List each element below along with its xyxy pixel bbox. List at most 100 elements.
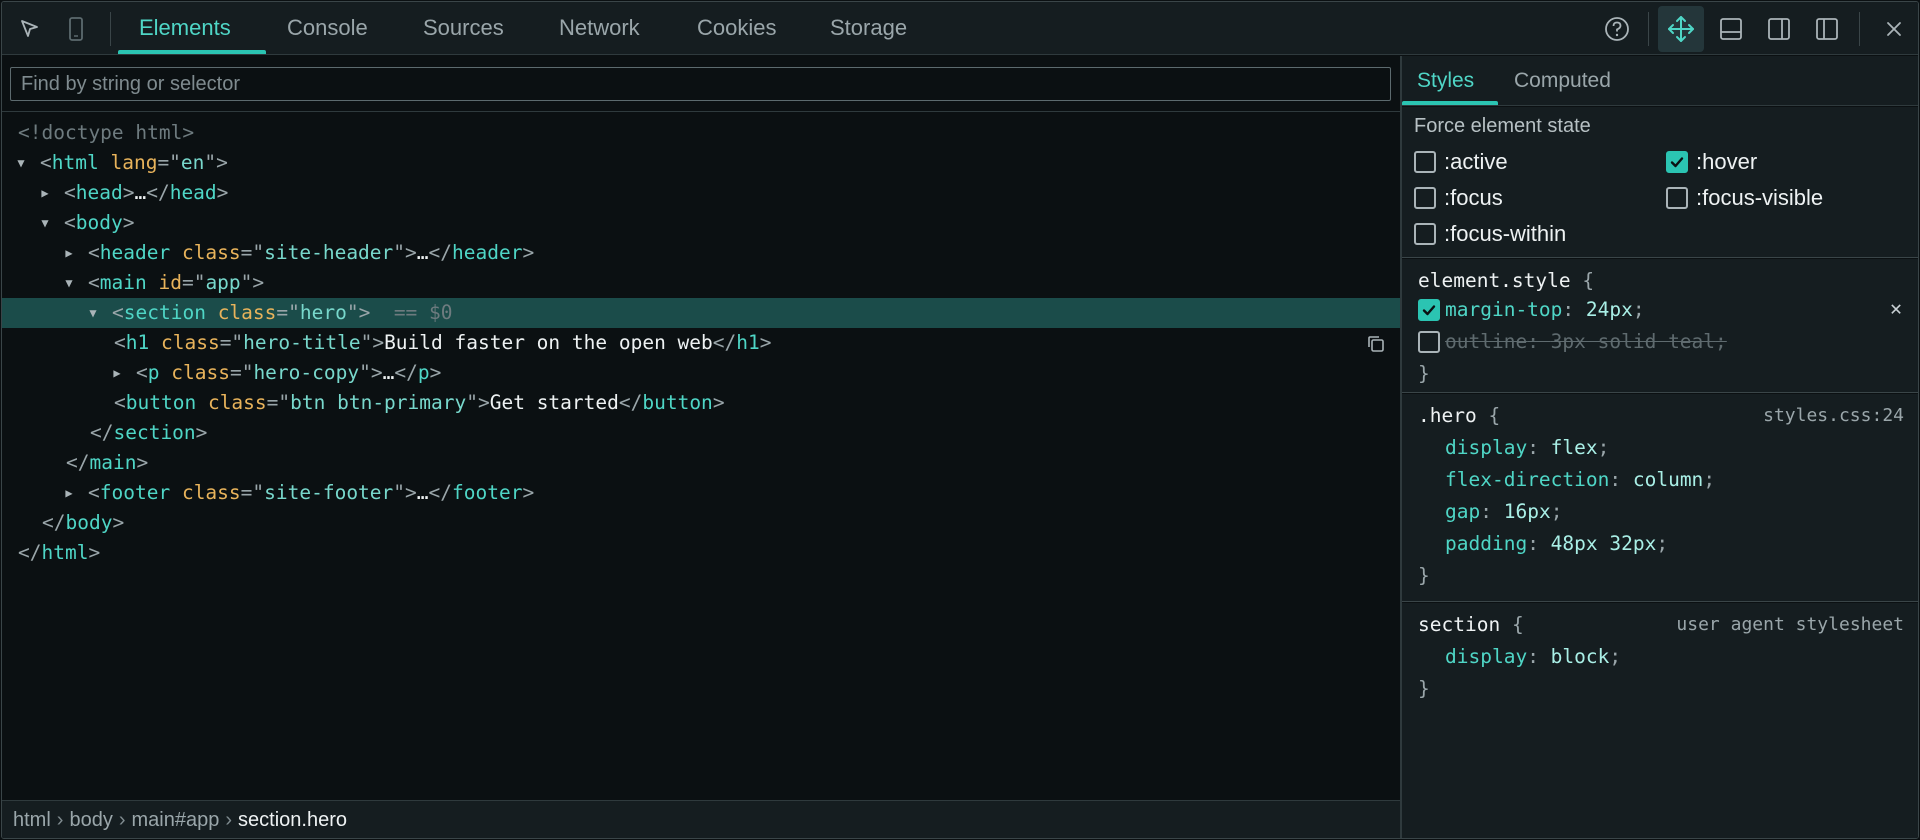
device-toggle-icon[interactable]	[58, 11, 94, 47]
declaration-display[interactable]: display: flex;	[1445, 433, 1609, 463]
tab-sources[interactable]: Sources	[423, 2, 504, 55]
tab-console[interactable]: Console	[287, 2, 368, 55]
checkbox-unchecked-icon[interactable]	[1414, 223, 1436, 245]
h1-text-content: Build faster on the open web	[384, 331, 713, 354]
dom-node-main-close[interactable]: </main>	[2, 448, 1400, 478]
property-name[interactable]: padding	[1445, 532, 1527, 555]
tab-computed[interactable]: Computed	[1514, 56, 1611, 106]
dom-node-body[interactable]: ▼ <body>	[2, 208, 1400, 238]
property-value[interactable]: block	[1551, 645, 1610, 668]
dom-node-p[interactable]: ▶ <p class="hero-copy">…</p>	[2, 358, 1400, 388]
collapsed-ellipsis[interactable]: …	[417, 241, 429, 264]
rule-selector[interactable]: element.style	[1418, 269, 1571, 292]
rule-selector[interactable]: section	[1418, 613, 1500, 636]
collapsed-triangle-icon[interactable]: ▶	[62, 478, 76, 508]
button-class-value: btn btn-primary	[290, 391, 467, 414]
dom-node-section-close[interactable]: </section>	[2, 418, 1400, 448]
property-name[interactable]: display	[1445, 436, 1527, 459]
move-icon[interactable]	[1658, 6, 1704, 52]
checkbox-checked-icon[interactable]	[1666, 151, 1688, 173]
state-focus-visible-checkbox[interactable]: :focus-visible	[1666, 184, 1823, 212]
dom-node-body-close[interactable]: </body>	[2, 508, 1400, 538]
expanded-triangle-icon[interactable]: ▼	[86, 298, 100, 328]
declaration-flex-direction[interactable]: flex-direction: column;	[1445, 465, 1715, 495]
dom-node-html[interactable]: ▼ <html lang="en">	[2, 148, 1400, 178]
tab-network[interactable]: Network	[559, 2, 640, 55]
declaration-gap[interactable]: gap: 16px;	[1445, 497, 1562, 527]
tab-cookies[interactable]: Cookies	[697, 2, 776, 55]
dom-node-html-close[interactable]: </html>	[2, 538, 1400, 568]
dom-node-footer[interactable]: ▶ <footer class="site-footer">…</footer>	[2, 478, 1400, 508]
dock-right-icon[interactable]	[1761, 11, 1797, 47]
state-focus-checkbox[interactable]: :focus	[1414, 184, 1503, 212]
help-icon[interactable]	[1599, 11, 1635, 47]
close-icon[interactable]	[1876, 11, 1912, 47]
dom-node-main[interactable]: ▼ <main id="app">	[2, 268, 1400, 298]
dom-node-button[interactable]: <button class="btn btn-primary">Get star…	[2, 388, 1400, 418]
property-name[interactable]: gap	[1445, 500, 1480, 523]
dock-left-icon[interactable]	[1809, 11, 1845, 47]
declaration-outline-disabled[interactable]: outline: 3px solid teal;	[1445, 327, 1727, 357]
collapsed-triangle-icon[interactable]: ▶	[38, 178, 52, 208]
expanded-triangle-icon[interactable]: ▼	[38, 208, 52, 238]
state-label: :active	[1444, 149, 1508, 174]
console-ref-label: == $0	[393, 301, 453, 324]
dom-search-input[interactable]	[10, 67, 1391, 101]
collapsed-triangle-icon[interactable]: ▶	[110, 358, 124, 388]
dom-node-doctype[interactable]: <!doctype html>	[2, 118, 1400, 148]
rule-close-brace: }	[1418, 564, 1430, 587]
property-name[interactable]: outline	[1445, 330, 1527, 353]
property-value[interactable]: flex	[1551, 436, 1598, 459]
property-value[interactable]: 48px 32px	[1551, 532, 1657, 555]
state-hover-checkbox[interactable]: :hover	[1666, 148, 1757, 176]
inspect-cursor-icon[interactable]	[12, 11, 48, 47]
state-focus-within-checkbox[interactable]: :focus-within	[1414, 220, 1566, 248]
property-name[interactable]: flex-direction	[1445, 468, 1609, 491]
force-element-state: Force element state :active :hover :focu…	[1402, 107, 1918, 258]
expanded-triangle-icon[interactable]: ▼	[14, 148, 28, 178]
dom-node-head[interactable]: ▶ <head>…</head>	[2, 178, 1400, 208]
h1-class-value: hero-title	[243, 331, 361, 354]
declaration-padding[interactable]: padding: 48px 32px;	[1445, 529, 1668, 559]
collapsed-ellipsis[interactable]: …	[383, 361, 395, 384]
collapsed-triangle-icon[interactable]: ▶	[62, 238, 76, 268]
property-value[interactable]: 3px solid teal	[1551, 330, 1715, 353]
breadcrumb-separator: ›	[56, 809, 64, 831]
tab-storage[interactable]: Storage	[830, 2, 907, 55]
dock-bottom-icon[interactable]	[1713, 11, 1749, 47]
dom-node-header[interactable]: ▶ <header class="site-header">…</header>	[2, 238, 1400, 268]
property-value[interactable]: 24px	[1586, 298, 1633, 321]
breadcrumb-item[interactable]: body	[69, 809, 112, 831]
rule-selector-line: section {	[1418, 613, 1524, 636]
main-id-value: app	[205, 271, 241, 294]
property-name[interactable]: margin-top	[1445, 298, 1562, 321]
declaration-margin-top[interactable]: margin-top: 24px;	[1445, 295, 1645, 325]
dom-node-section-selected[interactable]: ▼ <section class="hero"> == $0	[2, 298, 1400, 352]
declaration-display[interactable]: display: block;	[1445, 642, 1621, 672]
devtools-toolbar: Elements Console Sources Network Cookies…	[2, 2, 1918, 55]
property-name[interactable]: display	[1445, 645, 1527, 668]
declaration-checkbox-checked[interactable]	[1418, 299, 1440, 321]
declaration-checkbox-unchecked[interactable]	[1418, 331, 1440, 353]
checkbox-unchecked-icon[interactable]	[1414, 151, 1436, 173]
toolbar-divider	[110, 12, 111, 46]
elements-panel: <!doctype html> ▼ <html lang="en"> ▶ <he…	[2, 56, 1400, 838]
tab-styles[interactable]: Styles	[1417, 56, 1474, 106]
expanded-triangle-icon[interactable]: ▼	[62, 268, 76, 298]
tab-elements[interactable]: Elements	[139, 2, 231, 55]
breadcrumb-item[interactable]: main#app	[132, 809, 220, 831]
property-value[interactable]: 16px	[1504, 500, 1551, 523]
rule-selector[interactable]: .hero	[1418, 404, 1477, 427]
collapsed-ellipsis[interactable]: …	[417, 481, 429, 504]
dom-node-h1[interactable]: <h1 class="hero-title">Build faster on t…	[2, 328, 1400, 358]
checkbox-unchecked-icon[interactable]	[1414, 187, 1436, 209]
property-value[interactable]: column	[1633, 468, 1703, 491]
rule-close-brace: }	[1418, 362, 1430, 385]
delete-declaration-icon[interactable]: ✕	[1890, 296, 1902, 320]
rule-source-link[interactable]: styles.css:24	[1763, 401, 1904, 431]
collapsed-ellipsis[interactable]: …	[134, 181, 146, 204]
checkbox-unchecked-icon[interactable]	[1666, 187, 1688, 209]
state-active-checkbox[interactable]: :active	[1414, 148, 1508, 176]
breadcrumb-item-current[interactable]: section.hero	[238, 809, 347, 831]
breadcrumb-item[interactable]: html	[13, 809, 51, 831]
